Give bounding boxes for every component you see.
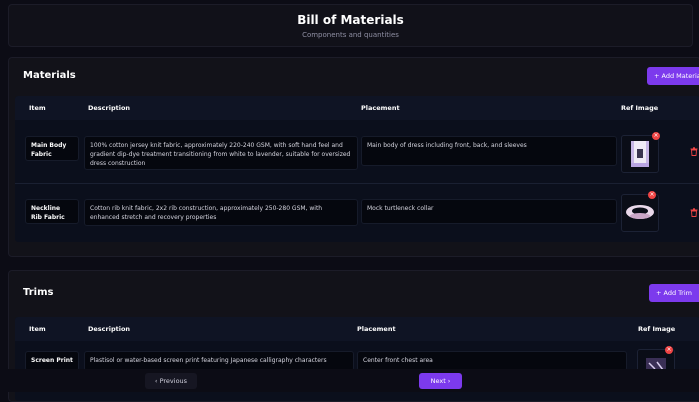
footer-bar <box>0 369 699 392</box>
column-ref-image: Ref Image <box>621 104 659 112</box>
previous-button[interactable]: ‹ Previous <box>145 373 197 389</box>
materials-table-header: Item Description Placement Ref Image <box>15 96 699 120</box>
item-field[interactable]: Neckline Rib Fabric <box>25 199 79 224</box>
description-field[interactable]: 100% cotton jersey knit fabric, approxim… <box>84 136 358 170</box>
placement-field[interactable]: Center front chest area <box>357 351 627 371</box>
add-material-button[interactable]: + Add Material <box>647 67 699 85</box>
trash-icon[interactable] <box>690 147 698 156</box>
column-ref-image: Ref Image <box>638 325 676 333</box>
table-row: Main Body Fabric 100% cotton jersey knit… <box>15 120 699 183</box>
materials-section: Materials + Add Material Item Descriptio… <box>8 57 699 257</box>
placement-field[interactable]: Mock turtleneck collar <box>361 199 617 224</box>
next-button[interactable]: Next › <box>419 373 462 389</box>
page-title: Bill of Materials <box>297 13 404 27</box>
description-field[interactable]: Cotton rib knit fabric, 2x2 rib construc… <box>84 199 358 226</box>
collar-image <box>626 205 654 219</box>
trims-table-header: Item Description Placement Ref Image <box>15 317 699 341</box>
description-field[interactable]: Plastisol or water-based screen print fe… <box>84 351 354 371</box>
close-icon[interactable]: × <box>665 346 673 354</box>
column-placement: Placement <box>361 104 400 112</box>
materials-table: Item Description Placement Ref Image Mai… <box>15 96 699 242</box>
item-field[interactable]: Main Body Fabric <box>25 136 79 161</box>
column-item: Item <box>29 104 46 112</box>
close-icon[interactable]: × <box>652 132 660 140</box>
add-trim-button[interactable]: + Add Trim <box>649 284 699 302</box>
page-header: Bill of Materials Components and quantit… <box>8 4 693 47</box>
materials-title: Materials <box>23 70 76 81</box>
page-subtitle: Components and quantities <box>302 31 399 39</box>
item-field[interactable]: Screen Print <box>25 351 79 371</box>
ref-image-thumbnail[interactable] <box>621 135 659 173</box>
column-item: Item <box>29 325 46 333</box>
trash-icon[interactable] <box>690 208 698 217</box>
column-description: Description <box>88 104 131 112</box>
close-icon[interactable]: × <box>648 191 656 199</box>
ref-image-thumbnail[interactable] <box>621 194 659 232</box>
placement-field[interactable]: Main body of dress including front, back… <box>361 136 617 166</box>
dress-image <box>631 141 649 167</box>
column-placement: Placement <box>357 325 396 333</box>
column-description: Description <box>88 325 131 333</box>
table-row: Neckline Rib Fabric Cotton rib knit fabr… <box>15 183 699 242</box>
trims-title: Trims <box>23 287 54 298</box>
